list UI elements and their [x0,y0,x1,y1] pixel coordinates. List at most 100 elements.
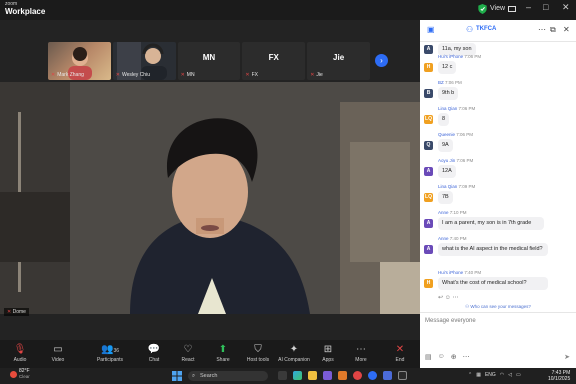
chat-recipient[interactable]: TKFCA [476,26,496,32]
more-button[interactable]: ⋯ More [343,344,379,363]
participant-tile[interactable]: ✕ Mark Zhang [48,42,111,80]
sender-name: Lina Qian [438,184,458,189]
chevron-up-icon[interactable]: ⌃ [468,372,472,378]
grid-icon [508,5,517,12]
participant-strip: ✕ Mark Zhang ✕ Wesley Chiu MN ✕ MN FX ✕ FX J… [48,42,370,80]
message-input[interactable]: Message everyone [425,318,476,324]
message-time: 7:10 PM [449,210,467,215]
avatar: A [424,45,433,54]
chat-message: Hui's iPhone 7:40 PM H What's the cost o… [424,270,574,304]
emoji-icon[interactable]: ☺ [438,353,445,361]
app-icon[interactable] [398,371,407,380]
message-time: 7:06 PM [456,158,474,163]
next-page-button[interactable]: › [375,54,388,67]
edge-icon[interactable] [293,371,302,380]
windows-taskbar: 82°F Clear ⌕ Search ⌃ ▦ ENG ◠ ◁ ▭ 7:43 PM … [0,368,576,384]
weather-widget[interactable]: 82°F Clear [10,368,30,379]
close-icon[interactable]: ✕ [563,25,570,34]
heart-icon: ♡ [183,344,193,355]
tray-app-icon[interactable]: ▦ [476,372,481,378]
message-time: 7:06 PM [445,80,462,85]
zoom-app-icon[interactable] [368,371,377,380]
chat-panel: ▣ ⚇ TKFCA ⋯ ⧉ ✕ A 11a, my son Hui's iPho… [420,20,576,368]
chevron-right-icon: › [380,56,383,65]
format-icon[interactable]: ▤ [425,353,432,361]
avatar: LQ [424,193,433,202]
sender-name: Anne [438,236,449,241]
attach-icon[interactable]: ⊕ [451,353,457,361]
sparkle-icon: ✦ [289,344,299,355]
participant-tile[interactable]: Jie ✕ Jie [307,42,370,80]
mic-muted-icon: ✕ [115,72,120,78]
brand-large: Workplace [5,7,46,16]
audio-button[interactable]: 🎙 Audio [2,344,38,363]
chat-input-area: Message everyone ▤ ☺ ⊕ ⋯ ➤ [420,312,576,368]
shield-icon[interactable] [478,4,487,14]
chat-messages[interactable]: A 11a, my son Hui's iPhone 7:06 PM H 12 … [420,42,576,310]
share-button[interactable]: ⬆ Share [205,344,241,363]
avatar: A [424,167,433,176]
who-can-see-link[interactable]: ⚇ Who can see your messages? [420,304,576,310]
more-icon[interactable]: ⋯ [453,295,459,301]
date: 10/1/2025 [548,376,571,382]
react-button[interactable]: ♡ React [170,344,206,363]
view-menu[interactable]: View [490,5,517,12]
taskbar-search[interactable]: ⌕ Search [188,371,268,381]
popout-icon[interactable]: ⧉ [550,25,556,35]
more-icon[interactable]: ⋯ [463,353,470,361]
send-icon[interactable]: ➤ [564,353,570,361]
more-icon: ⋯ [356,344,366,355]
participant-tile[interactable]: MN ✕ MN [177,42,241,80]
chat-message: Hui's iPhone 7:06 PM H 12 c [424,54,574,78]
task-view-icon[interactable] [278,371,287,380]
meeting-stage: ✕ Mark Zhang ✕ Wesley Chiu MN ✕ MN FX ✕ FX J… [0,20,420,340]
sender-name: Aoyu Jin [438,158,456,163]
chat-button[interactable]: 💬 Chat [136,344,172,363]
end-call-icon: ✕ [395,344,405,355]
close-icon[interactable]: ✕ [562,3,570,12]
participants-button[interactable]: 👥36 Participants [92,344,128,363]
camera-icon: ▭ [53,344,63,355]
windows-start-icon[interactable] [172,371,182,381]
mic-muted-icon: ✕ [7,309,12,315]
chrome-icon[interactable] [353,371,362,380]
participant-name: FX [251,72,258,78]
view-label: View [490,5,506,12]
self-name-tag: ✕ Dome [4,308,29,316]
end-button[interactable]: ✕ End [382,344,418,363]
host-tools-button[interactable]: ⛉ Host tools [240,344,276,363]
message-time: 7:40 PM [464,270,482,275]
search-label: Search [200,373,218,379]
video-button[interactable]: ▭ Video [40,344,76,363]
onenote-icon[interactable] [323,371,332,380]
language-indicator[interactable]: ENG [485,372,496,378]
participant-tile[interactable]: FX ✕ FX [242,42,306,80]
sender-name: Lina Qian [438,106,458,111]
clock[interactable]: 7:43 PM 10/1/2025 [548,370,570,382]
reply-icon[interactable]: ↩ [438,295,443,301]
apps-icon: ⊞ [323,344,333,355]
who-can-see-label: Who can see your messages? [470,304,531,309]
message-actions[interactable]: ↩ ☺ ⋯ [438,294,459,301]
chat-icon[interactable]: ▣ [427,25,435,34]
more-icon[interactable]: ⋯ [538,25,546,34]
emoji-icon[interactable]: ☺ [445,295,451,301]
chat-message: BZ 7:06 PM B 9th b [424,80,574,104]
app-icon[interactable] [383,371,392,380]
volume-icon[interactable]: ◁ [508,372,512,378]
avatar: A [424,245,433,254]
minimize-icon[interactable]: – [526,3,531,12]
apps-button[interactable]: ⊞ Apps [310,344,346,363]
maximize-icon[interactable]: □ [543,3,548,12]
office-icon[interactable] [338,371,347,380]
chat-message: Lina Qian 7:09 PM LQ 7B [424,184,574,208]
sender-name: Anne [438,210,449,215]
wifi-icon[interactable]: ◠ [500,372,504,378]
participant-tile[interactable]: ✕ Wesley Chiu [112,42,176,80]
avatar: H [424,63,433,72]
ai-companion-button[interactable]: ✦ AI Companion [276,344,312,363]
mic-muted-icon: ✕ [245,72,250,78]
people-icon: ⚇ [465,304,470,309]
battery-icon[interactable]: ▭ [516,372,521,378]
file-explorer-icon[interactable] [308,371,317,380]
